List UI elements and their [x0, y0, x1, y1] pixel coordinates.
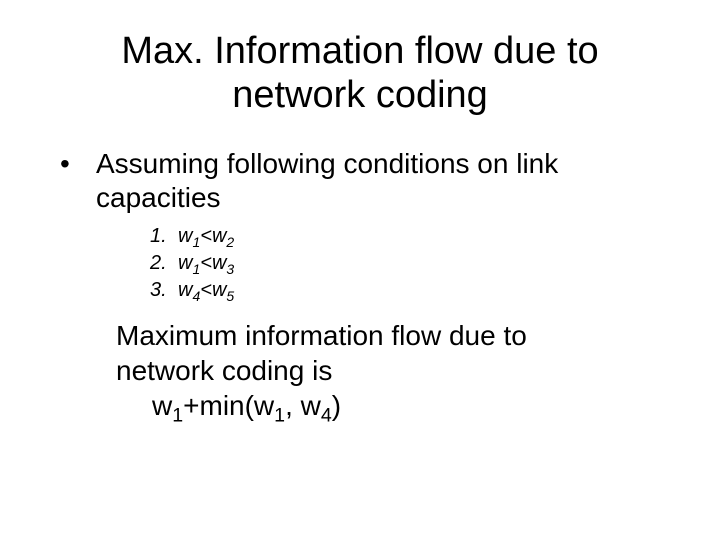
- bullet-marker: •: [60, 147, 96, 181]
- conclusion-line-1: Maximum information flow due to: [116, 320, 527, 351]
- bullet-text: Assuming following conditions on link ca…: [96, 147, 558, 214]
- title-line-2: network coding: [232, 74, 488, 116]
- conclusion-expression: w1+min(w1, w4): [152, 390, 341, 421]
- slide: Max. Information flow due to network cod…: [0, 0, 720, 540]
- slide-body: • Assuming following conditions on link …: [60, 147, 680, 422]
- condition-1: 1. w1<w2: [150, 223, 680, 250]
- conclusion-line-2: network coding is: [116, 355, 332, 386]
- condition-2-number: 2.: [150, 250, 178, 277]
- bullet-line-2: capacities: [96, 182, 221, 213]
- condition-2: 2. w1<w3: [150, 250, 680, 277]
- slide-title: Max. Information flow due to network cod…: [100, 30, 620, 117]
- condition-3-number: 3.: [150, 277, 178, 304]
- bullet-line-1: Assuming following conditions on link: [96, 148, 558, 179]
- condition-3-expr: w4<w5: [178, 277, 234, 304]
- condition-1-expr: w1<w2: [178, 223, 234, 250]
- bullet-item: • Assuming following conditions on link …: [60, 147, 680, 214]
- condition-2-expr: w1<w3: [178, 250, 234, 277]
- condition-3: 3. w4<w5: [150, 277, 680, 304]
- conditions-list: 1. w1<w2 2. w1<w3 3. w4<w5: [150, 223, 680, 304]
- conclusion: Maximum information flow due to network …: [116, 318, 680, 423]
- condition-1-number: 1.: [150, 223, 178, 250]
- title-line-1: Max. Information flow due to: [121, 30, 598, 72]
